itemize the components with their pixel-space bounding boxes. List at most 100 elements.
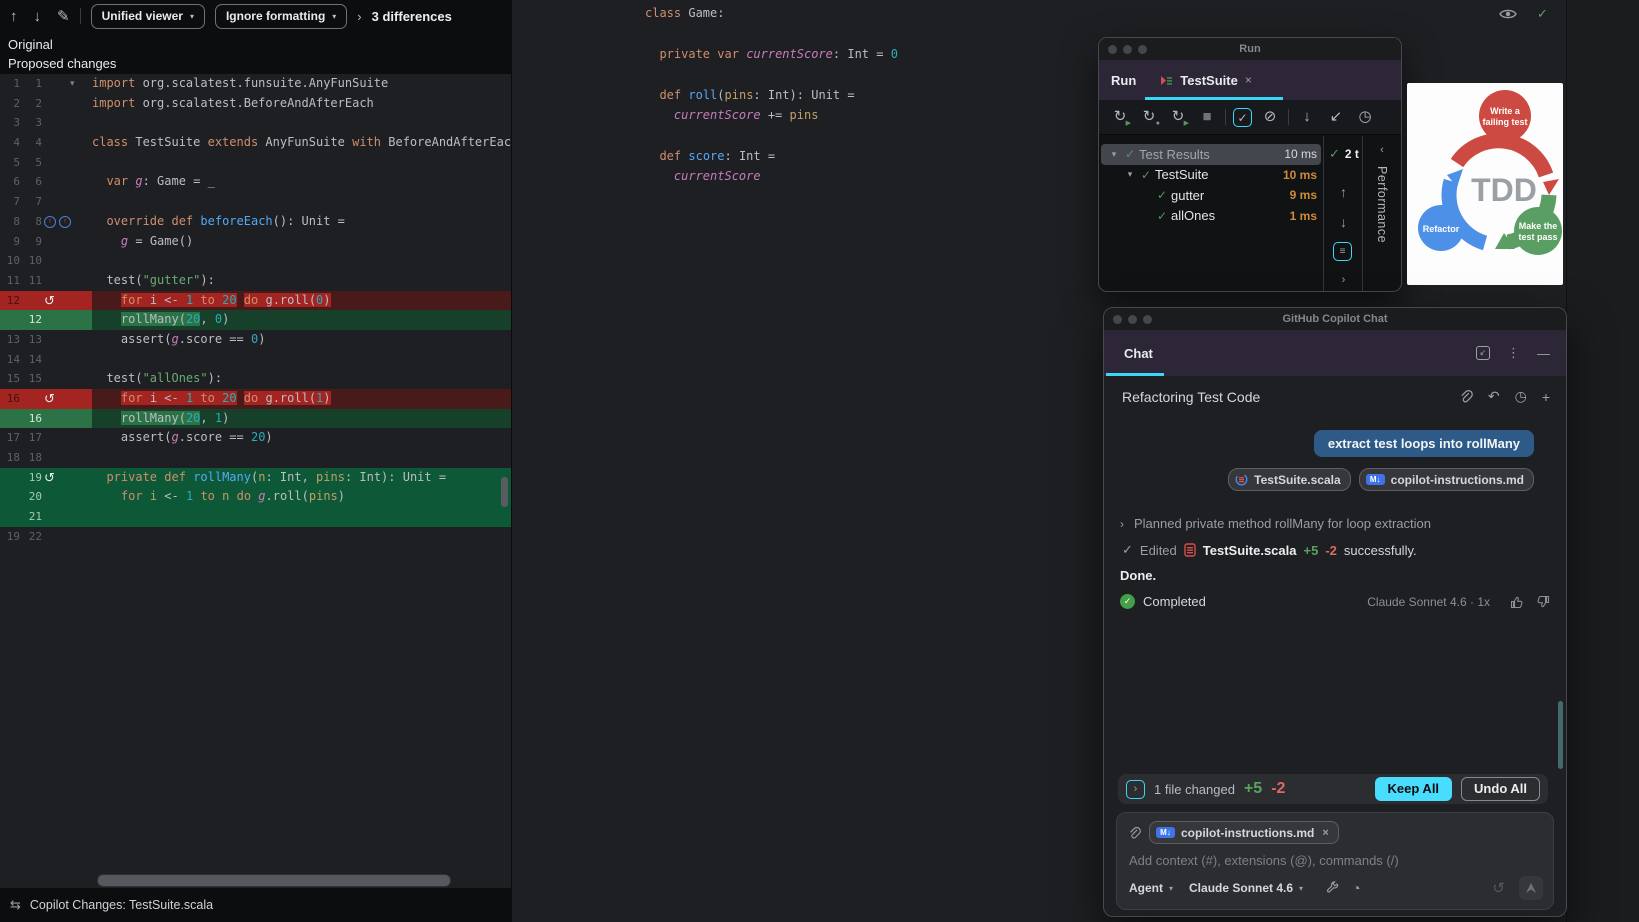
previous-difference-icon[interactable]: ↑: [10, 9, 18, 24]
tab-chat[interactable]: Chat: [1124, 346, 1153, 361]
remove-chip-icon[interactable]: ×: [1322, 827, 1328, 839]
formatting-mode-dropdown[interactable]: Ignore formatting ▾: [214, 3, 348, 29]
more-options-icon[interactable]: ⋮: [1507, 345, 1520, 361]
minimize-icon[interactable]: —: [1537, 346, 1550, 361]
close-tab-icon[interactable]: ×: [1245, 73, 1252, 87]
undo-all-button[interactable]: Undo All: [1461, 777, 1540, 801]
svg-text:Write a: Write a: [1490, 106, 1521, 116]
expand-panel-icon[interactable]: ›: [1325, 274, 1362, 286]
scalatest-icon: [1235, 473, 1248, 486]
close-dot[interactable]: [1113, 315, 1122, 324]
next-difference-icon[interactable]: ↓: [34, 9, 42, 24]
minimize-dot[interactable]: [1123, 45, 1132, 54]
viewer-mode-dropdown[interactable]: Unified viewer ▾: [90, 3, 205, 29]
model-selector[interactable]: Claude Sonnet 4.6: [1189, 881, 1293, 895]
viewer-mode-label: Unified viewer: [101, 9, 183, 23]
previous-test-icon[interactable]: ↑: [1325, 184, 1362, 200]
tests-passed-summary: ✓ 2 t: [1329, 146, 1359, 162]
window-controls[interactable]: [1113, 315, 1152, 324]
performance-side-tab[interactable]: ‹ Performance: [1363, 136, 1401, 291]
lines-removed: -2: [1325, 542, 1337, 558]
plan-step[interactable]: › Planned private method rollMany for lo…: [1120, 516, 1431, 531]
attach-context-icon[interactable]: [1127, 826, 1141, 840]
diff-side-labels: Original Proposed changes: [0, 32, 511, 74]
chat-input-box[interactable]: M↓ copilot-instructions.md × Add context…: [1116, 812, 1554, 910]
resend-icon[interactable]: ↺: [1492, 879, 1505, 897]
test-tree-row[interactable]: ✓ allOnes 1 ms: [1101, 206, 1321, 227]
new-chat-icon[interactable]: +: [1542, 389, 1550, 405]
attach-icon[interactable]: [1458, 389, 1473, 404]
close-dot[interactable]: [1108, 45, 1117, 54]
next-test-icon[interactable]: ↓: [1325, 214, 1362, 230]
chevron-right-icon[interactable]: ›: [357, 9, 361, 24]
test-tree-row[interactable]: ✓ gutter 9 ms: [1101, 185, 1321, 206]
rerun-failed-icon[interactable]: ↻ ▶: [1167, 106, 1189, 128]
formatting-mode-label: Ignore formatting: [225, 9, 326, 23]
send-button[interactable]: [1519, 876, 1543, 900]
markdown-icon: M↓: [1365, 474, 1385, 485]
chat-input-placeholder[interactable]: Add context (#), extensions (@), command…: [1129, 853, 1399, 868]
usage-gauge-icon[interactable]: ◔: [1352, 880, 1360, 896]
chevron-down-icon[interactable]: ▾: [1123, 169, 1137, 180]
chat-scrollbar-thumb[interactable]: [1558, 701, 1563, 769]
chat-history-icon[interactable]: ◷: [1515, 388, 1527, 405]
context-chip[interactable]: M↓ copilot-instructions.md: [1358, 468, 1534, 491]
test-results-tree: ▾ ✓ Test Results 10 ms ▾ ✓ TestSuite 10 ms ✓ gutt…: [1101, 144, 1321, 226]
run-body: ▾ ✓ Test Results 10 ms ▾ ✓ TestSuite 10 ms ✓ gutt…: [1099, 136, 1401, 291]
mode-selector[interactable]: Agent: [1129, 881, 1163, 895]
edited-file-link[interactable]: TestSuite.scala: [1203, 543, 1297, 558]
rerun-icon[interactable]: ↻ ▶: [1109, 106, 1131, 128]
collapse-icon[interactable]: ‹: [1363, 144, 1401, 156]
revert-change-icon[interactable]: ↺: [44, 291, 55, 311]
zoom-dot[interactable]: [1143, 315, 1152, 324]
expand-changes-icon[interactable]: ›: [1126, 779, 1145, 799]
show-passed-icon[interactable]: ✓: [1233, 107, 1252, 127]
tools-icon[interactable]: [1325, 880, 1340, 896]
context-chip[interactable]: TestSuite.scala: [1228, 468, 1351, 491]
ignore-icon[interactable]: ⊘: [1259, 106, 1281, 128]
chevron-down-icon: ▾: [1299, 883, 1304, 893]
diff-gutter: 20: [28, 490, 42, 504]
code-line: import org.scalatest.BeforeAndAfterEach: [92, 95, 374, 110]
chevron-down-icon: ▾: [189, 11, 194, 21]
vertical-scrollbar-thumb[interactable]: [501, 477, 508, 507]
horizontal-scrollbar-thumb[interactable]: [97, 874, 451, 887]
override-icon[interactable]: ↑: [44, 215, 56, 228]
attached-file-chip[interactable]: M↓ copilot-instructions.md ×: [1149, 821, 1339, 844]
override-icon[interactable]: ↑: [59, 215, 71, 228]
diff-row: 14 14: [0, 350, 511, 370]
keep-all-button[interactable]: Keep All: [1374, 777, 1453, 801]
fold-icon[interactable]: ▾: [70, 74, 75, 94]
chat-tab-strip: Chat ↙ ⋮ —: [1104, 330, 1566, 376]
inspections-status-icon[interactable]: ✓: [1537, 6, 1548, 22]
edit-icon[interactable]: ✎: [57, 9, 70, 24]
run-panel-label[interactable]: Run: [1111, 73, 1136, 88]
test-history-icon[interactable]: ◷: [1354, 106, 1376, 128]
undo-icon[interactable]: ↶: [1488, 388, 1500, 405]
sort-icon[interactable]: ↓: [1296, 106, 1318, 128]
run-window-titlebar[interactable]: Run: [1099, 38, 1401, 60]
code-line: assert(g.score == 20): [92, 430, 273, 445]
thumbs-down-icon[interactable]: [1536, 595, 1550, 609]
test-tree-row[interactable]: ▾ ✓ Test Results 10 ms: [1101, 144, 1321, 165]
stop-icon[interactable]: ■: [1196, 106, 1218, 128]
tab-testsuite[interactable]: TestSuite ×: [1160, 73, 1252, 88]
thumbs-up-icon[interactable]: [1510, 595, 1524, 609]
chevron-down-icon[interactable]: ▾: [1107, 149, 1121, 160]
minimize-dot[interactable]: [1128, 315, 1137, 324]
diff-gutter: 11 11: [6, 273, 42, 287]
zoom-dot[interactable]: [1138, 45, 1147, 54]
model-usage-info: Claude Sonnet 4.6 · 1x: [1367, 594, 1490, 609]
diff-gutter: 77: [13, 195, 42, 209]
test-tree-row[interactable]: ▾ ✓ TestSuite 10 ms: [1101, 165, 1321, 186]
test-passed-icon: ✓: [1156, 188, 1168, 203]
revert-change-icon[interactable]: ↺: [44, 389, 55, 409]
rerun-all-icon[interactable]: ↻ ●: [1138, 106, 1160, 128]
window-controls[interactable]: [1108, 45, 1147, 54]
revert-change-icon[interactable]: ↺: [44, 468, 55, 488]
navigate-icon[interactable]: ↙: [1325, 106, 1347, 128]
reader-mode-eye-icon[interactable]: [1499, 8, 1517, 20]
dock-window-icon[interactable]: ↙: [1476, 346, 1490, 360]
chat-window-titlebar[interactable]: GitHub Copilot Chat: [1104, 308, 1566, 330]
filter-tests-icon[interactable]: ≡: [1333, 242, 1352, 261]
